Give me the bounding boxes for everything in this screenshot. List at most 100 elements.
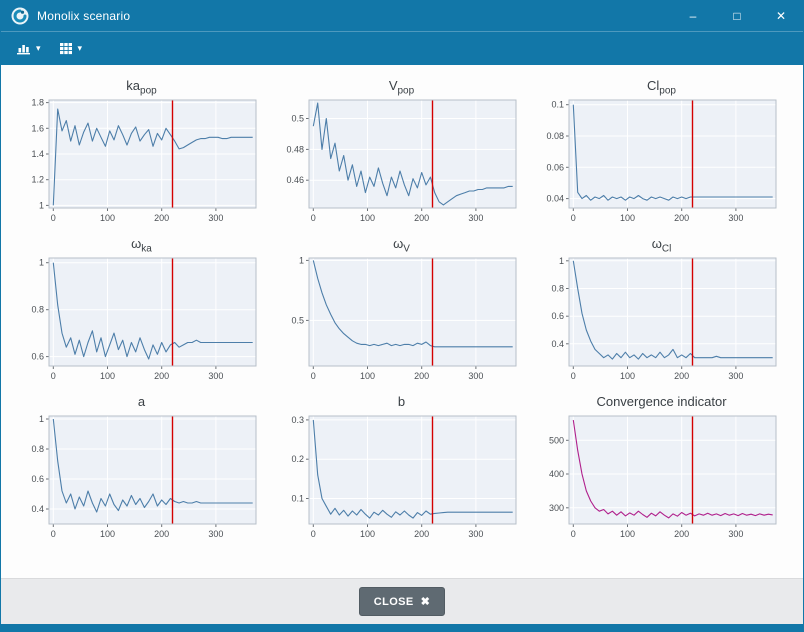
chart-canvas: 0.460.480.50100200300 (279, 95, 524, 225)
chart-title-main: Cl (647, 78, 659, 93)
svg-text:200: 200 (674, 371, 689, 381)
svg-text:300: 300 (728, 529, 743, 539)
close-button-label: CLOSE (374, 596, 414, 608)
chart-canvas-holder: 0.5 1 0 100 200 300 (279, 253, 524, 383)
svg-text:1: 1 (39, 200, 44, 210)
chart-title: kapop (19, 77, 264, 95)
chart-panel: ωka 0.60.810100200300 (19, 235, 264, 383)
svg-text:1: 1 (39, 258, 44, 268)
svg-text:0.5: 0.5 (291, 315, 304, 325)
chart-canvas-holder: 0.60.810100200300 (19, 253, 264, 383)
chart-title-main: Convergence indicator (596, 394, 726, 409)
svg-text:1.4: 1.4 (31, 149, 44, 159)
minimize-button[interactable]: – (671, 1, 715, 31)
chart-panel: Vpop 0.460.480.50100200300 (279, 77, 524, 225)
chart-title-main: ω (652, 236, 662, 251)
charts-grid: kapop 11.21.41.61.80100200300 Vpop 0.460… (19, 77, 785, 541)
svg-text:1: 1 (559, 256, 564, 266)
grid-icon (59, 42, 73, 55)
svg-text:100: 100 (620, 529, 635, 539)
svg-text:300: 300 (208, 213, 223, 223)
chart-title: ωka (19, 235, 264, 253)
svg-text:300: 300 (468, 371, 483, 381)
chart-canvas: 0.40.60.810100200300 (539, 253, 784, 383)
svg-text:0: 0 (571, 529, 576, 539)
monolix-logo-icon (11, 7, 29, 25)
svg-text:0.48: 0.48 (286, 144, 304, 154)
svg-text:0.2: 0.2 (291, 454, 304, 464)
chart-panel: kapop 11.21.41.61.80100200300 (19, 77, 264, 225)
chart-canvas-holder: 0.460.480.50100200300 (279, 95, 524, 225)
svg-text:200: 200 (674, 529, 689, 539)
svg-text:200: 200 (154, 371, 169, 381)
chart-canvas-holder: 0.40.60.810100200300 (19, 411, 264, 541)
footer-bar: CLOSE ✖ (1, 578, 803, 624)
svg-text:100: 100 (360, 371, 375, 381)
chart-title-main: a (138, 394, 145, 409)
chart-settings-button[interactable]: ▾ (9, 37, 48, 60)
svg-text:300: 300 (728, 371, 743, 381)
bar-chart-icon (16, 42, 31, 55)
svg-text:0.4: 0.4 (31, 504, 44, 514)
svg-text:200: 200 (154, 529, 169, 539)
chart-canvas: 0.10.20.30100200300 (279, 411, 524, 541)
svg-text:0: 0 (51, 213, 56, 223)
window-controls: – □ ✕ (671, 1, 803, 31)
chart-title: ωV (279, 235, 524, 253)
svg-text:100: 100 (100, 529, 115, 539)
chart-panel: ωV 0.5 1 0 100 200 300 (279, 235, 524, 383)
svg-text:1.2: 1.2 (31, 175, 44, 185)
chart-canvas: 0.5 1 0 100 200 300 (279, 253, 524, 383)
chart-title: ωCl (539, 235, 784, 253)
svg-text:100: 100 (100, 371, 115, 381)
svg-text:0.46: 0.46 (286, 175, 304, 185)
chart-canvas-holder: 0.10.20.30100200300 (279, 411, 524, 541)
svg-text:0: 0 (311, 371, 316, 381)
svg-text:300: 300 (468, 529, 483, 539)
svg-text:300: 300 (208, 529, 223, 539)
svg-text:0: 0 (311, 529, 316, 539)
svg-text:1: 1 (39, 414, 44, 424)
layout-grid-button[interactable]: ▾ (52, 37, 90, 60)
chart-title: Vpop (279, 77, 524, 95)
svg-text:100: 100 (620, 213, 635, 223)
svg-text:0.6: 0.6 (551, 311, 564, 321)
chart-title-main: b (398, 394, 405, 409)
chart-panel: ωCl 0.40.60.810100200300 (539, 235, 784, 383)
monolix-window: Monolix scenario – □ ✕ ▾ (0, 0, 804, 632)
svg-text:0.8: 0.8 (551, 284, 564, 294)
chart-title: a (19, 393, 264, 411)
chart-title: Clpop (539, 77, 784, 95)
chart-panel: Clpop 0.040.060.080.10100200300 (539, 77, 784, 225)
svg-text:0.5: 0.5 (291, 114, 304, 124)
svg-text:300: 300 (728, 213, 743, 223)
svg-text:0: 0 (311, 213, 316, 223)
svg-text:100: 100 (620, 371, 635, 381)
svg-text:200: 200 (154, 213, 169, 223)
maximize-button[interactable]: □ (715, 1, 759, 31)
chart-canvas-holder: 11.21.41.61.80100200300 (19, 95, 264, 225)
svg-text:0.4: 0.4 (551, 339, 564, 349)
chart-title-main: ka (126, 78, 140, 93)
svg-text:0.1: 0.1 (291, 494, 304, 504)
svg-text:300: 300 (208, 371, 223, 381)
chart-title-main: ω (131, 236, 141, 251)
chart-title-main: ω (393, 236, 403, 251)
svg-text:0: 0 (51, 529, 56, 539)
svg-text:1: 1 (299, 255, 304, 265)
toolbar: ▾ ▾ (1, 31, 803, 65)
svg-text:200: 200 (414, 213, 429, 223)
chart-panel: b 0.10.20.30100200300 (279, 393, 524, 541)
chart-panel: Convergence indicator 300400500010020030… (539, 393, 784, 541)
svg-text:1.6: 1.6 (31, 123, 44, 133)
close-scenario-button[interactable]: CLOSE ✖ (359, 587, 446, 616)
close-x-icon: ✖ (421, 595, 431, 608)
chart-canvas-holder: 0.040.060.080.10100200300 (539, 95, 784, 225)
svg-text:300: 300 (468, 213, 483, 223)
close-window-button[interactable]: ✕ (759, 1, 803, 31)
window-title: Monolix scenario (37, 9, 130, 23)
svg-text:200: 200 (414, 371, 429, 381)
charts-area: kapop 11.21.41.61.80100200300 Vpop 0.460… (1, 65, 803, 578)
chart-title: b (279, 393, 524, 411)
chart-canvas: 0.40.60.810100200300 (19, 411, 264, 541)
